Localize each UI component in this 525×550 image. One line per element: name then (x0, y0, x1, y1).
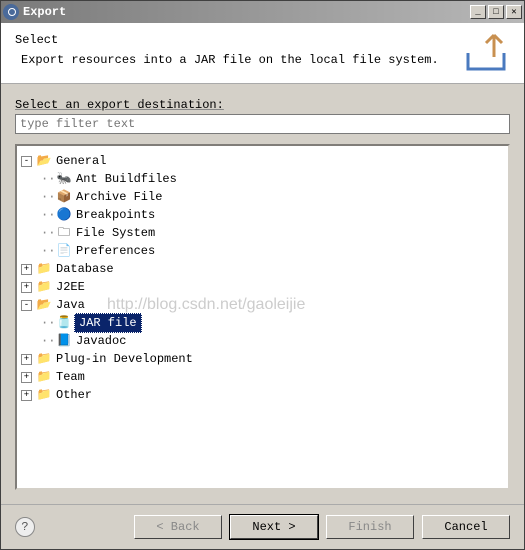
tree-node[interactable]: -📂Java (21, 296, 504, 314)
header-title: Select (15, 33, 452, 47)
finish-button[interactable]: Finish (326, 515, 414, 539)
tree-node[interactable]: + 📁J2EE (21, 278, 504, 296)
collapse-icon[interactable]: - (21, 156, 32, 167)
filter-input[interactable] (15, 114, 510, 134)
expand-icon[interactable]: + (21, 390, 32, 401)
jar-icon: 🫙 (56, 315, 72, 331)
maximize-button[interactable]: □ (488, 5, 504, 19)
tree-node[interactable]: + 📁Team (21, 368, 504, 386)
header-description: Export resources into a JAR file on the … (15, 53, 452, 67)
tree-node-label[interactable]: J2EE (54, 278, 87, 296)
tree-node-label[interactable]: Ant Buildfiles (74, 170, 179, 188)
folder-icon: 📁 (36, 351, 52, 367)
export-icon (462, 33, 510, 73)
content-area: Select an export destination: http://blo… (1, 84, 524, 504)
button-bar: ? < Back Next > Finish Cancel (1, 504, 524, 549)
tree-container: http://blog.csdn.net/gaoleijie -📂General… (15, 144, 510, 490)
tree-node[interactable]: ··🫙JAR file (21, 314, 504, 332)
window-buttons: _ □ ✕ (470, 5, 522, 19)
tree-node[interactable]: -📂General (21, 152, 504, 170)
tree-node-label[interactable]: Preferences (74, 242, 157, 260)
tree-node[interactable]: + 📁Other (21, 386, 504, 404)
expand-icon[interactable]: + (21, 372, 32, 383)
filesystem-icon: 🗀 (56, 225, 72, 241)
header-pane: Select Export resources into a JAR file … (1, 23, 524, 84)
folder-icon: 📁 (36, 261, 52, 277)
export-dialog: Export _ □ ✕ Select Export resources int… (0, 0, 525, 550)
expand-icon[interactable]: + (21, 354, 32, 365)
tree-node-label[interactable]: Archive File (74, 188, 164, 206)
folder-open-icon: 📂 (36, 297, 52, 313)
tree-node[interactable]: ··🔵Breakpoints (21, 206, 504, 224)
tree-node[interactable]: ··🐜Ant Buildfiles (21, 170, 504, 188)
header-text: Select Export resources into a JAR file … (15, 33, 452, 67)
tree-node[interactable]: + 📁Database (21, 260, 504, 278)
ant-icon: 🐜 (56, 171, 72, 187)
folder-icon: 📁 (36, 387, 52, 403)
tree-node-label[interactable]: Java (54, 296, 87, 314)
tree-node-label[interactable]: Javadoc (74, 332, 128, 350)
tree-node-label[interactable]: Breakpoints (74, 206, 157, 224)
destination-tree[interactable]: -📂General··🐜Ant Buildfiles··📦Archive Fil… (21, 152, 504, 404)
destination-label: Select an export destination: (15, 98, 510, 112)
tree-node-label[interactable]: JAR file (74, 313, 142, 333)
tree-node[interactable]: ··📄Preferences (21, 242, 504, 260)
tree-node[interactable]: + 📁Plug-in Development (21, 350, 504, 368)
titlebar: Export _ □ ✕ (1, 1, 524, 23)
close-button[interactable]: ✕ (506, 5, 522, 19)
archive-icon: 📦 (56, 189, 72, 205)
tree-node-label[interactable]: Team (54, 368, 87, 386)
tree-node[interactable]: ··🗀File System (21, 224, 504, 242)
window-title: Export (23, 5, 470, 19)
tree-node-label[interactable]: General (54, 152, 108, 170)
back-button[interactable]: < Back (134, 515, 222, 539)
folder-open-icon: 📂 (36, 153, 52, 169)
collapse-icon[interactable]: - (21, 300, 32, 311)
next-button[interactable]: Next > (230, 515, 318, 539)
folder-icon: 📁 (36, 369, 52, 385)
preferences-icon: 📄 (56, 243, 72, 259)
tree-node-label[interactable]: File System (74, 224, 157, 242)
cancel-button[interactable]: Cancel (422, 515, 510, 539)
expand-icon[interactable]: + (21, 282, 32, 293)
folder-icon: 📁 (36, 279, 52, 295)
tree-node[interactable]: ··📘Javadoc (21, 332, 504, 350)
app-icon (3, 4, 19, 20)
tree-node-label[interactable]: Other (54, 386, 94, 404)
tree-node[interactable]: ··📦Archive File (21, 188, 504, 206)
breakpoint-icon: 🔵 (56, 207, 72, 223)
tree-node-label[interactable]: Database (54, 260, 116, 278)
tree-node-label[interactable]: Plug-in Development (54, 350, 195, 368)
javadoc-icon: 📘 (56, 333, 72, 349)
expand-icon[interactable]: + (21, 264, 32, 275)
minimize-button[interactable]: _ (470, 5, 486, 19)
help-button[interactable]: ? (15, 517, 35, 537)
